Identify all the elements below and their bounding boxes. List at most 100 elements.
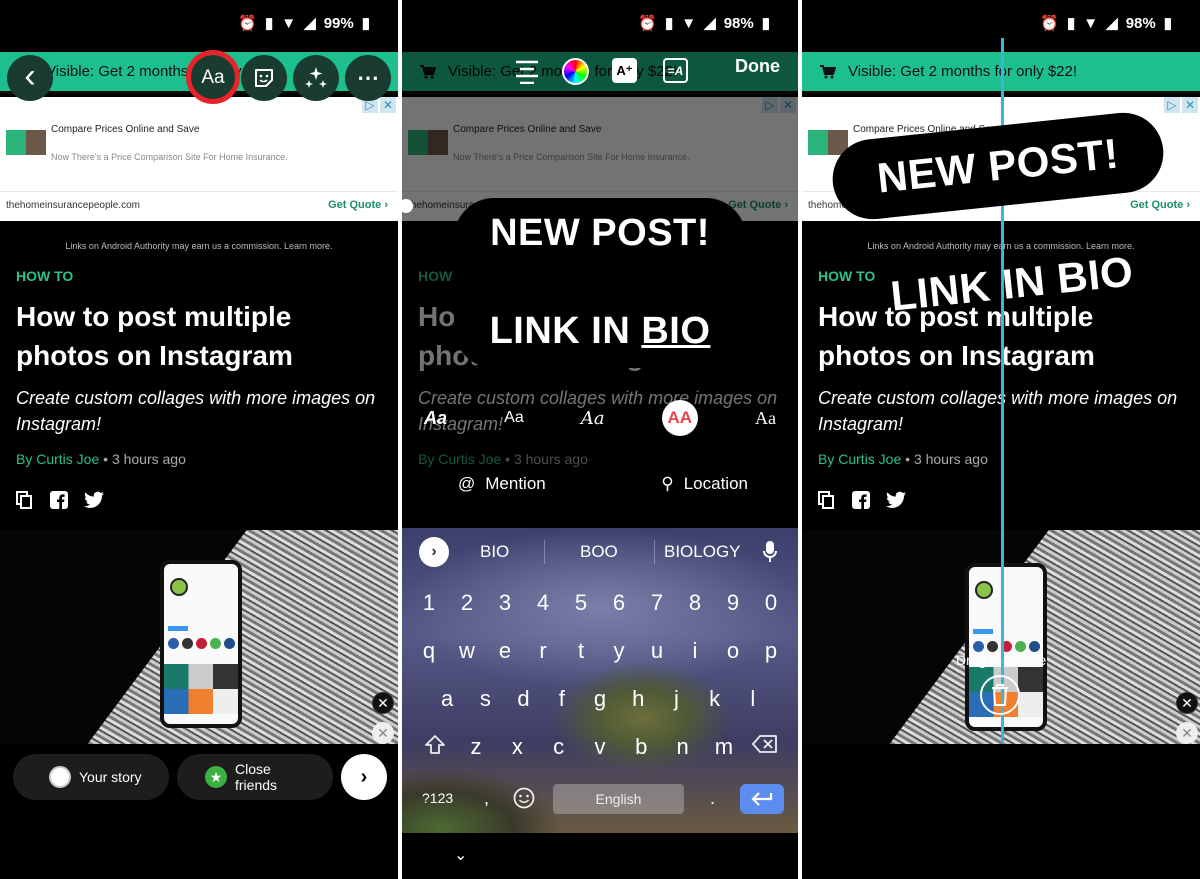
- key[interactable]: u: [642, 638, 672, 664]
- get-quote-link[interactable]: Get Quote ›: [1130, 199, 1190, 211]
- get-quote-link[interactable]: Get Quote ›: [328, 199, 388, 211]
- key[interactable]: j: [661, 686, 691, 712]
- delete-target[interactable]: [980, 675, 1020, 715]
- key[interactable]: p: [756, 638, 786, 664]
- font-option[interactable]: Aa: [504, 409, 524, 427]
- close-ad-icon[interactable]: ✕: [1176, 692, 1198, 714]
- key[interactable]: n: [668, 734, 698, 762]
- key[interactable]: t: [566, 638, 596, 664]
- text-effects-button[interactable]: A⁺: [612, 58, 637, 83]
- key[interactable]: 5: [566, 590, 596, 616]
- suggestion[interactable]: BIOLOGY: [664, 542, 741, 562]
- period-key[interactable]: .: [710, 788, 715, 809]
- key[interactable]: h: [623, 686, 653, 712]
- ad-title: Compare Prices Online and Save: [51, 124, 200, 135]
- author-link[interactable]: By Curtis Joe: [16, 451, 99, 467]
- key[interactable]: o: [718, 638, 748, 664]
- location-button[interactable]: ⚲ Location: [661, 474, 748, 494]
- dismiss-icon[interactable]: ✕: [372, 722, 394, 744]
- twitter-icon[interactable]: [84, 491, 104, 509]
- comma-key[interactable]: ,: [484, 788, 489, 809]
- font-selector: Aa Aa Aa AA Aa: [424, 400, 776, 436]
- key[interactable]: c: [544, 734, 574, 762]
- ad-close-icon[interactable]: ✕: [1182, 97, 1198, 113]
- sticker-button[interactable]: [241, 55, 287, 101]
- dismiss-icon[interactable]: ✕: [1176, 722, 1198, 744]
- key[interactable]: 0: [756, 590, 786, 616]
- key[interactable]: 2: [452, 590, 482, 616]
- key[interactable]: 6: [604, 590, 634, 616]
- color-picker-button[interactable]: [562, 58, 589, 85]
- text-toolbar: A⁺ =A Done: [402, 52, 798, 94]
- your-story-button[interactable]: Your story: [13, 754, 169, 800]
- key[interactable]: w: [452, 638, 482, 664]
- space-key[interactable]: English: [553, 784, 684, 814]
- shift-key[interactable]: [420, 734, 450, 762]
- font-option[interactable]: Aa: [424, 408, 447, 429]
- key[interactable]: 8: [680, 590, 710, 616]
- key[interactable]: q: [414, 638, 444, 664]
- key[interactable]: 9: [718, 590, 748, 616]
- key[interactable]: 7: [642, 590, 672, 616]
- category-label: HOW TO: [818, 268, 876, 284]
- expand-toolbar-button[interactable]: ›: [419, 537, 449, 567]
- key[interactable]: 3: [490, 590, 520, 616]
- backspace-key[interactable]: [750, 734, 780, 762]
- key[interactable]: b: [626, 734, 656, 762]
- battery-icon: ▮: [1163, 15, 1172, 32]
- key[interactable]: y: [604, 638, 634, 664]
- ad-card[interactable]: ▷✕ Compare Prices Online and Save Now Th…: [0, 97, 398, 221]
- close-ad-icon[interactable]: ✕: [372, 692, 394, 714]
- ad-body: Now There's a Price Comparison Site For …: [51, 152, 288, 162]
- font-option[interactable]: Aa: [581, 408, 605, 429]
- key[interactable]: d: [509, 686, 539, 712]
- symbols-key[interactable]: ?123: [422, 790, 453, 806]
- adchoices-icon[interactable]: ▷: [1164, 97, 1180, 113]
- key[interactable]: i: [680, 638, 710, 664]
- more-button[interactable]: ⋯: [345, 55, 391, 101]
- key[interactable]: f: [547, 686, 577, 712]
- key[interactable]: z: [461, 734, 491, 762]
- key[interactable]: r: [528, 638, 558, 664]
- suggestion[interactable]: BIO: [480, 542, 509, 562]
- key[interactable]: 1: [414, 590, 444, 616]
- category-label[interactable]: HOW TO: [16, 268, 73, 284]
- key[interactable]: m: [709, 734, 739, 762]
- enter-key[interactable]: [740, 784, 784, 814]
- close-friends-button[interactable]: ★ Close friends: [177, 754, 333, 800]
- key[interactable]: a: [432, 686, 462, 712]
- navigation-bar: ⌄: [402, 833, 798, 879]
- key[interactable]: 4: [528, 590, 558, 616]
- article-subtitle: Create custom collages with more images …: [16, 388, 376, 434]
- key[interactable]: l: [738, 686, 768, 712]
- back-button[interactable]: ‹: [7, 55, 53, 101]
- text-animate-button[interactable]: =A: [663, 58, 688, 83]
- done-button[interactable]: Done: [735, 56, 780, 77]
- byline: By Curtis Joe • 3 hours ago: [818, 451, 988, 467]
- ad-close-icon[interactable]: ✕: [380, 97, 396, 113]
- key[interactable]: v: [585, 734, 615, 762]
- microphone-icon[interactable]: [763, 541, 777, 563]
- effects-button[interactable]: [293, 55, 339, 101]
- key[interactable]: s: [470, 686, 500, 712]
- align-center-icon[interactable]: [514, 58, 540, 84]
- key[interactable]: x: [502, 734, 532, 762]
- key[interactable]: e: [490, 638, 520, 664]
- key[interactable]: g: [585, 686, 615, 712]
- share-icons: [818, 491, 906, 509]
- panel-story-editor: ⏰ ▮ ▼ ◢ 99% ▮ Visible: Get 2 months for …: [0, 0, 398, 879]
- next-button[interactable]: ›: [341, 754, 387, 800]
- font-option[interactable]: Aa: [755, 408, 776, 429]
- emoji-icon[interactable]: [513, 787, 535, 809]
- copy-icon[interactable]: [16, 491, 34, 509]
- suggestion[interactable]: BOO: [580, 542, 618, 562]
- hide-keyboard-icon[interactable]: ⌄: [454, 845, 467, 865]
- facebook-icon[interactable]: [50, 491, 68, 509]
- enter-icon: [751, 792, 773, 806]
- vibrate-icon: ▮: [1067, 15, 1076, 32]
- ad-domain: thehomeinsurancepeople.com: [6, 200, 140, 211]
- font-option-selected[interactable]: AA: [661, 400, 698, 436]
- key[interactable]: k: [700, 686, 730, 712]
- signal-icon: ◢: [304, 15, 316, 32]
- mention-button[interactable]: @ Mention: [458, 474, 546, 494]
